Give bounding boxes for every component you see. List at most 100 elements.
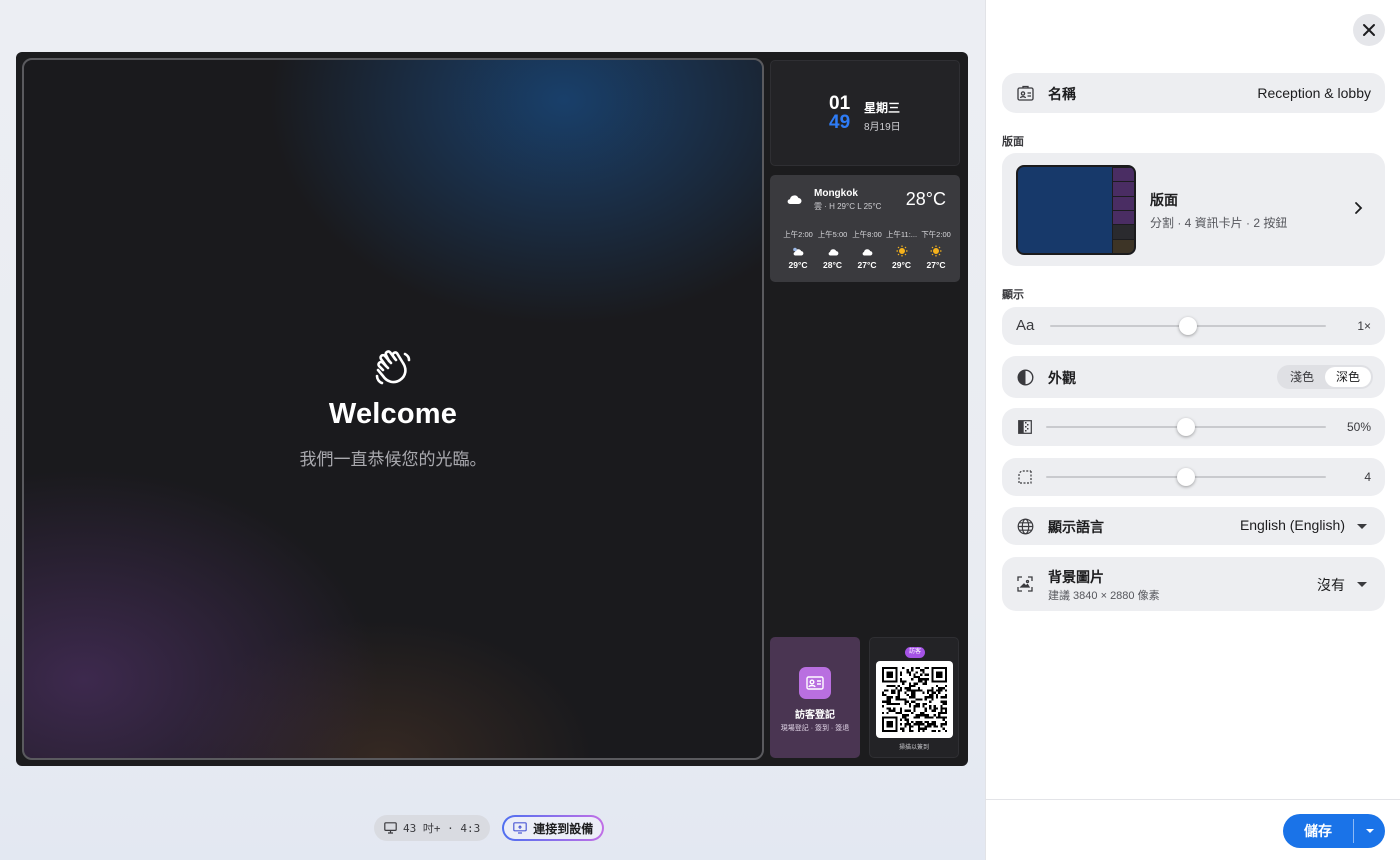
appearance-row: 外觀 淺色 深色 — [1002, 356, 1385, 398]
device-info-pill: 43 吋+ · 4:3 — [374, 815, 491, 841]
visitor-title: 訪客登記 — [795, 710, 835, 721]
visitor-subtitle: 現場登記 · 簽到 · 簽退 — [780, 725, 850, 732]
font-size-icon: Aa — [1016, 317, 1035, 334]
chevron-right-icon — [1351, 201, 1365, 215]
weather-hour-temp: 27°C — [926, 260, 946, 270]
clock-card[interactable]: 01 49 星期三 8月19日 — [770, 60, 960, 166]
weather-hour-temp: 27°C — [857, 260, 877, 270]
weather-hour-temp: 29°C — [788, 260, 808, 270]
welcome-subtitle: 我們一直恭候您的光臨。 — [299, 450, 487, 469]
display-section-label: 顯示 — [1002, 289, 1024, 301]
weather-hour: 上午11:... 29°C — [886, 229, 918, 270]
cloud-icon — [817, 244, 849, 258]
caret-down-icon — [1357, 524, 1367, 529]
gradient-icon — [1016, 418, 1034, 436]
font-scale-value: 1× — [1357, 319, 1371, 333]
opacity-knob[interactable] — [1177, 418, 1195, 436]
layout-title: 版面 — [1150, 192, 1178, 208]
weather-temp: 28°C — [905, 189, 946, 209]
connect-device-button[interactable]: 連接到設備 — [502, 815, 605, 841]
appearance-light-option[interactable]: 淺色 — [1279, 367, 1325, 387]
save-button[interactable]: 儲存 — [1283, 814, 1353, 848]
preview-area: Welcome 我們一直恭候您的光臨。 01 49 星期三 8月19日 Mong… — [0, 0, 985, 860]
background-image-row[interactable]: 背景圖片 建議 3840 × 2880 像素 沒有 — [1002, 557, 1385, 611]
save-split-button: 儲存 — [1283, 814, 1385, 848]
caret-down-icon — [1365, 829, 1374, 833]
cloud-moon-icon — [782, 244, 814, 258]
cloud-icon — [851, 244, 883, 258]
clock-weekday: 星期三 — [864, 101, 901, 115]
weather-hour-time: 上午5:00 — [817, 230, 848, 239]
background-image-hint: 建議 3840 × 2880 像素 — [1048, 590, 1160, 602]
connect-device-label: 連接到設備 — [533, 821, 594, 836]
background-image-value[interactable]: 沒有 — [1317, 575, 1345, 595]
background-image-label: 背景圖片 — [1048, 569, 1104, 585]
weather-hourly: 上午2:00 29°C 上午5:00 28°C 上午8:00 27°C 上午11… — [782, 229, 952, 270]
appearance-label: 外觀 — [1048, 370, 1076, 386]
weather-hour-time: 上午2:00 — [783, 230, 813, 239]
weather-summary: 雲 · H 29°C L 25°C — [814, 202, 882, 211]
corner-radius-row: 4 — [1002, 458, 1385, 496]
close-icon — [1363, 24, 1375, 36]
language-label: 顯示語言 — [1048, 519, 1104, 535]
sun-icon — [920, 244, 952, 258]
weather-hour: 下午2:00 27°C — [920, 229, 952, 270]
close-button[interactable] — [1353, 14, 1385, 46]
corner-radius-icon — [1016, 468, 1034, 486]
id-card-icon — [799, 667, 831, 699]
weather-card[interactable]: Mongkok 雲 · H 29°C L 25°C 28°C 上午2:00 29… — [770, 175, 960, 282]
welcome-panel[interactable]: Welcome 我們一直恭候您的光臨。 — [22, 58, 764, 760]
device-bar: 43 吋+ · 4:3 連接到設備 — [374, 815, 605, 841]
globe-icon — [1016, 517, 1034, 535]
clock-hour: 01 — [829, 93, 851, 114]
waving-hand-icon — [373, 348, 413, 388]
qr-code — [876, 661, 953, 738]
weather-hour-time: 上午11:... — [885, 230, 918, 239]
clock-date: 8月19日 — [864, 122, 901, 133]
opacity-value: 50% — [1346, 420, 1371, 434]
weather-hour-time: 上午8:00 — [852, 230, 882, 239]
welcome-title: Welcome — [328, 398, 458, 430]
name-value[interactable]: Reception & lobby — [1257, 85, 1371, 101]
appearance-dark-option[interactable]: 深色 — [1324, 367, 1371, 387]
cast-icon — [513, 822, 528, 834]
device-preview: Welcome 我們一直恭候您的光臨。 01 49 星期三 8月19日 Mong… — [16, 52, 968, 766]
qr-code-card[interactable]: 訪客 掃描以簽到 — [869, 637, 959, 758]
qr-badge: 訪客 — [905, 647, 925, 658]
name-label: 名稱 — [1048, 86, 1076, 102]
contrast-icon — [1016, 368, 1034, 386]
layout-summary: 分割 · 4 資訊卡片 · 2 按鈕 — [1150, 216, 1288, 230]
layout-row[interactable]: 版面 分割 · 4 資訊卡片 · 2 按鈕 — [1002, 153, 1385, 266]
weather-hour-temp: 29°C — [892, 260, 911, 270]
corner-radius-knob[interactable] — [1177, 468, 1195, 486]
layout-thumbnail — [1016, 165, 1136, 255]
weather-hour-temp: 28°C — [823, 260, 842, 270]
name-row[interactable]: 名稱 Reception & lobby — [1002, 73, 1385, 113]
monitor-icon — [384, 822, 397, 834]
badge-icon — [1016, 84, 1034, 102]
qr-caption: 掃描以簽到 — [898, 745, 929, 751]
footer-divider — [986, 799, 1400, 800]
weather-city: Mongkok — [814, 188, 858, 199]
weather-hour: 上午5:00 28°C — [817, 229, 849, 270]
visitor-registration-button[interactable]: 訪客登記 現場登記 · 簽到 · 簽退 — [770, 637, 860, 758]
cloud-icon — [786, 192, 802, 204]
font-scale-knob[interactable] — [1179, 317, 1197, 335]
language-value[interactable]: English (English) — [1240, 517, 1345, 533]
weather-hour: 上午2:00 29°C — [782, 229, 814, 270]
layout-section-label: 版面 — [1002, 136, 1024, 148]
weather-hour: 上午8:00 27°C — [851, 229, 883, 270]
settings-panel: 名稱 Reception & lobby 版面 版面 分割 · 4 資訊卡片 ·… — [985, 0, 1400, 860]
font-scale-row: Aa 1× — [1002, 307, 1385, 345]
weather-hour-time: 下午2:00 — [921, 230, 951, 239]
image-frame-icon — [1016, 575, 1034, 593]
save-options-button[interactable] — [1354, 814, 1385, 848]
corner-radius-value: 4 — [1364, 470, 1371, 484]
opacity-row: 50% — [1002, 408, 1385, 446]
caret-down-icon — [1357, 582, 1367, 587]
language-row[interactable]: 顯示語言 English (English) — [1002, 507, 1385, 545]
sun-icon — [886, 244, 918, 258]
appearance-toggle[interactable]: 淺色 深色 — [1276, 365, 1373, 389]
device-info: 43 吋+ · 4:3 — [403, 822, 481, 835]
clock-minute: 49 — [829, 112, 851, 133]
